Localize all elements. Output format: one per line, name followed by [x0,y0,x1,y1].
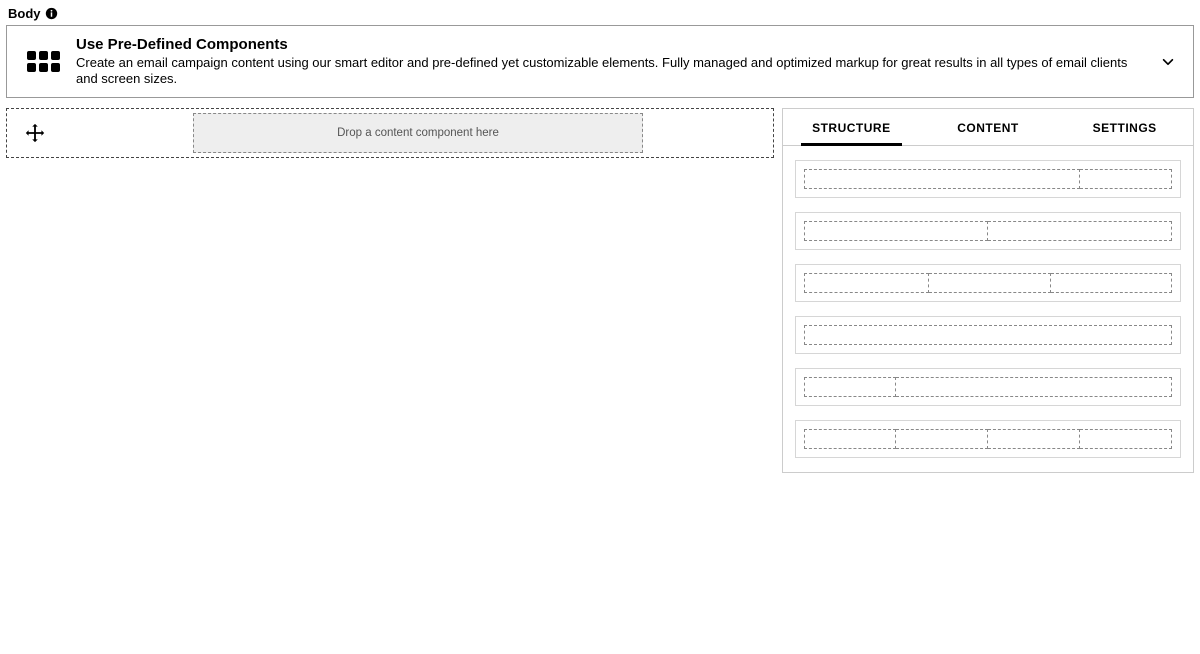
banner-title: Use Pre-Defined Components [76,36,1141,55]
tab-content[interactable]: CONTENT [920,109,1057,145]
tab-structure[interactable]: STRUCTURE [783,109,920,145]
structure-column [1080,169,1172,189]
structure-column [988,429,1080,449]
email-canvas-row[interactable]: Drop a content component here [6,108,774,158]
components-banner: Use Pre-Defined Components Create an ema… [6,25,1194,98]
panel-tabs: STRUCTURE CONTENT SETTINGS [783,109,1193,146]
structure-template[interactable] [795,212,1181,250]
content-dropzone[interactable]: Drop a content component here [193,113,642,153]
structure-row [804,273,1172,293]
structure-template[interactable] [795,160,1181,198]
structure-list [783,146,1193,472]
structure-row [804,169,1172,189]
structure-template[interactable] [795,368,1181,406]
structure-column [929,273,1050,293]
collapse-toggle[interactable] [1157,51,1179,73]
structure-column [804,273,929,293]
banner-text: Use Pre-Defined Components Create an ema… [76,36,1141,87]
section-label: Body [6,6,1194,21]
structure-template[interactable] [795,264,1181,302]
structure-column [804,377,896,397]
info-icon[interactable] [45,7,58,20]
structure-row [804,429,1172,449]
structure-column [896,429,988,449]
side-panel: STRUCTURE CONTENT SETTINGS [782,108,1194,473]
components-grid-icon [27,51,60,72]
structure-column [804,169,1080,189]
structure-row [804,221,1172,241]
structure-template[interactable] [795,316,1181,354]
structure-column [804,325,1172,345]
structure-column [804,221,988,241]
structure-column [1080,429,1172,449]
tab-settings[interactable]: SETTINGS [1056,109,1193,145]
structure-column [988,221,1172,241]
structure-row [804,325,1172,345]
structure-row [804,377,1172,397]
structure-column [1051,273,1172,293]
structure-column [896,377,1172,397]
structure-template[interactable] [795,420,1181,458]
dropzone-placeholder: Drop a content component here [337,127,499,139]
dropzone-wrap: Drop a content component here [63,109,773,157]
section-label-text: Body [8,6,41,21]
structure-column [804,429,896,449]
move-handle[interactable] [7,109,63,157]
banner-description: Create an email campaign content using o… [76,55,1141,88]
